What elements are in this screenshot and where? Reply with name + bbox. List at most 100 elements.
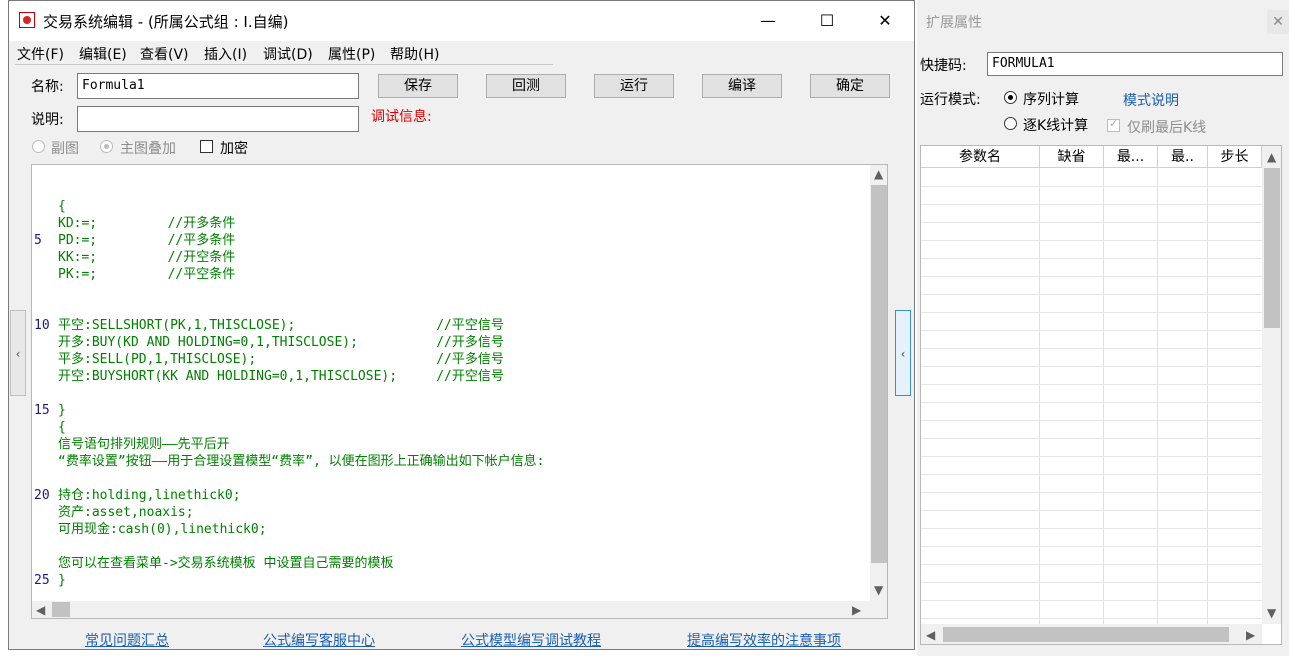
table-scroll-left-icon[interactable]: ◀ bbox=[926, 628, 935, 642]
code-line[interactable]: 开多:BUY(KD AND HOLDING=0,1,THISCLOSE); //… bbox=[58, 334, 504, 351]
code-line[interactable]: 您可以在查看菜单->交易系统模板 中设置自己需要的模板 bbox=[58, 555, 393, 572]
main-overlay-radio[interactable] bbox=[100, 140, 113, 153]
code-line[interactable]: 资产:asset,noaxis; bbox=[58, 504, 194, 521]
table-scroll-up-icon[interactable]: ▲ bbox=[1267, 150, 1276, 164]
parameter-table[interactable]: 参数名 缺省 最... 最.. 步长 ▲ ▼ ◀ ▶ bbox=[920, 145, 1282, 645]
code-line[interactable]: } bbox=[58, 402, 66, 419]
grid-vline bbox=[1207, 168, 1208, 624]
table-scroll-down-icon[interactable]: ▼ bbox=[1267, 606, 1276, 620]
menu-divider bbox=[15, 64, 553, 65]
code-line[interactable]: 平多:SELL(PD,1,THISCLOSE); //平多信号 bbox=[58, 351, 504, 368]
grid-hline bbox=[921, 366, 1263, 367]
col-min[interactable]: 最... bbox=[1104, 146, 1158, 168]
grid-hline bbox=[921, 258, 1263, 259]
minimize-button[interactable]: — bbox=[745, 7, 791, 35]
grid-hline bbox=[921, 186, 1263, 187]
refresh-last-checkbox[interactable]: ✓ bbox=[1107, 117, 1120, 132]
link-efficiency-tips[interactable]: 提高编写效率的注意事项 bbox=[687, 630, 841, 650]
right-collapse-tab[interactable]: ‹ bbox=[895, 310, 911, 396]
menu-file[interactable]: 文件(F) bbox=[17, 44, 64, 64]
table-scroll-right-icon[interactable]: ▶ bbox=[1246, 628, 1255, 642]
menu-view[interactable]: 查看(V) bbox=[140, 44, 189, 64]
shortcut-label: 快捷码: bbox=[920, 58, 967, 74]
grid-hline bbox=[921, 600, 1263, 601]
debug-info-label: 调试信息: bbox=[371, 109, 432, 125]
app-icon bbox=[19, 12, 35, 28]
grid-hline bbox=[921, 438, 1263, 439]
editor-horizontal-scroll-thumb[interactable] bbox=[52, 602, 70, 617]
panel-close-icon[interactable]: ✕ bbox=[1267, 10, 1289, 34]
scroll-up-arrow-icon[interactable]: ▲ bbox=[874, 167, 883, 181]
description-input[interactable] bbox=[77, 106, 359, 132]
compile-button[interactable]: 编译 bbox=[702, 74, 782, 98]
code-line[interactable]: “费率设置”按钮——用于合理设置模型“费率”, 以便在图形上正确输出如下帐户信息… bbox=[58, 453, 544, 470]
link-debug-tutorial[interactable]: 公式模型编写调试教程 bbox=[461, 630, 601, 650]
mode-help-link[interactable]: 模式说明 bbox=[1123, 90, 1179, 110]
code-line[interactable]: 平空:SELLSHORT(PK,1,THISCLOSE); //平空信号 bbox=[58, 317, 504, 334]
table-vertical-scroll-thumb[interactable] bbox=[1264, 168, 1280, 328]
code-line[interactable]: PK:=; //平空条件 bbox=[58, 266, 235, 283]
grid-hline bbox=[921, 204, 1263, 205]
panel-title: 扩展属性 bbox=[926, 15, 982, 31]
save-button[interactable]: 保存 bbox=[378, 74, 458, 98]
maximize-button[interactable]: ☐ bbox=[804, 7, 850, 35]
shortcut-input[interactable]: FORMULA1 bbox=[987, 52, 1283, 76]
sequence-mode-radio[interactable] bbox=[1004, 91, 1017, 104]
backtest-button[interactable]: 回测 bbox=[486, 74, 566, 98]
subchart-radio[interactable] bbox=[32, 140, 45, 153]
grid-hline bbox=[921, 402, 1263, 403]
refresh-last-label: 仅刷最后K线 bbox=[1127, 120, 1207, 136]
code-line[interactable]: PD:=; //平多条件 bbox=[58, 232, 235, 249]
col-param-name[interactable]: 参数名 bbox=[921, 146, 1040, 168]
per-bar-mode-radio[interactable] bbox=[1004, 117, 1017, 130]
grid-vline bbox=[1157, 168, 1158, 624]
code-line[interactable]: KK:=; //开空条件 bbox=[58, 249, 235, 266]
code-line[interactable]: { bbox=[58, 419, 66, 436]
grid-vline bbox=[1039, 168, 1040, 624]
menu-insert[interactable]: 插入(I) bbox=[204, 44, 247, 64]
menu-edit[interactable]: 编辑(E) bbox=[79, 44, 127, 64]
ok-button[interactable]: 确定 bbox=[810, 74, 890, 98]
main-overlay-label: 主图叠加 bbox=[120, 141, 176, 157]
menu-help[interactable]: 帮助(H) bbox=[390, 44, 439, 64]
grid-hline bbox=[921, 618, 1263, 619]
col-step[interactable]: 步长 bbox=[1208, 146, 1262, 168]
grid-hline bbox=[921, 384, 1263, 385]
menu-debug[interactable]: 调试(D) bbox=[263, 44, 313, 64]
code-line[interactable]: 可用现金:cash(0),linethick0; bbox=[58, 521, 267, 538]
formula-editor-window: 交易系统编辑 - (所属公式组 : I.自编) — ☐ ✕ 文件(F) 编辑(E… bbox=[8, 0, 915, 650]
code-line[interactable]: { bbox=[58, 198, 66, 215]
subchart-label: 副图 bbox=[51, 141, 79, 157]
col-max[interactable]: 最.. bbox=[1158, 146, 1208, 168]
grid-hline bbox=[921, 528, 1263, 529]
chevron-left-icon: ‹ bbox=[900, 347, 906, 361]
run-button[interactable]: 运行 bbox=[594, 74, 674, 98]
code-line[interactable]: 持仓:holding,linethick0; bbox=[58, 487, 241, 504]
title-bar: 交易系统编辑 - (所属公式组 : I.自编) — ☐ ✕ bbox=[9, 1, 914, 41]
code-editor[interactable]: {KD:=; //开多条件 5 PD:=; //平多条件 KK:=; //开空条件 PK… bbox=[31, 164, 888, 619]
code-line[interactable]: } bbox=[58, 572, 66, 589]
name-input[interactable]: Formula1 bbox=[77, 73, 359, 99]
encrypt-checkbox[interactable] bbox=[200, 140, 213, 153]
scroll-right-arrow-icon[interactable]: ▶ bbox=[852, 603, 861, 617]
grid-hline bbox=[921, 456, 1263, 457]
scroll-left-arrow-icon[interactable]: ◀ bbox=[36, 603, 45, 617]
menu-properties[interactable]: 属性(P) bbox=[328, 44, 375, 64]
editor-horizontal-scrollbar[interactable] bbox=[32, 601, 887, 618]
scroll-down-arrow-icon[interactable]: ▼ bbox=[874, 583, 883, 597]
link-faq[interactable]: 常见问题汇总 bbox=[85, 630, 169, 650]
code-line[interactable]: 信号语句排列规则——先平后开 bbox=[58, 436, 230, 453]
grid-hline bbox=[921, 222, 1263, 223]
window-title: 交易系统编辑 - (所属公式组 : I.自编) bbox=[43, 13, 289, 31]
grid-hline bbox=[921, 240, 1263, 241]
code-line[interactable]: 开空:BUYSHORT(KK AND HOLDING=0,1,THISCLOSE… bbox=[58, 368, 504, 385]
editor-vertical-scroll-thumb[interactable] bbox=[871, 185, 887, 563]
col-default[interactable]: 缺省 bbox=[1040, 146, 1104, 168]
close-button[interactable]: ✕ bbox=[862, 7, 908, 35]
code-line[interactable]: KD:=; //开多条件 bbox=[58, 215, 235, 232]
left-collapse-tab[interactable]: ‹ bbox=[10, 310, 26, 396]
grid-hline bbox=[921, 510, 1263, 511]
link-support-center[interactable]: 公式编写客服中心 bbox=[263, 630, 375, 650]
table-horizontal-scroll-thumb[interactable] bbox=[943, 627, 1229, 642]
grid-hline bbox=[921, 348, 1263, 349]
